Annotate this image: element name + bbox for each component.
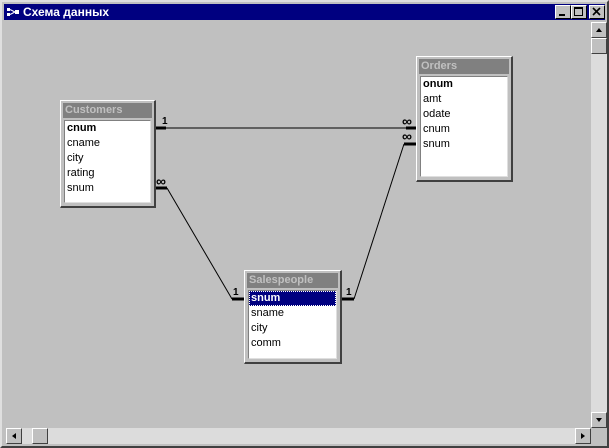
scroll-down-button[interactable] bbox=[591, 412, 607, 428]
rel3-many-label: ∞ bbox=[402, 128, 412, 144]
table-orders-field-list[interactable]: onum amt odate cnum snum bbox=[420, 76, 508, 177]
field-salespeople-snum[interactable]: snum bbox=[249, 291, 336, 306]
maximize-button[interactable] bbox=[571, 5, 587, 19]
relationship-customers-salespeople[interactable] bbox=[155, 186, 244, 301]
scroll-up-button[interactable] bbox=[591, 22, 607, 38]
field-customers-cnum[interactable]: cnum bbox=[65, 121, 150, 136]
field-customers-cname[interactable]: cname bbox=[65, 136, 150, 151]
field-orders-snum[interactable]: snum bbox=[421, 137, 507, 152]
table-customers-field-list[interactable]: cnum cname city rating snum bbox=[64, 120, 151, 203]
table-customers-title[interactable]: Customers bbox=[63, 103, 152, 118]
table-customers[interactable]: Customers cnum cname city rating snum bbox=[60, 100, 156, 208]
size-grip-corner bbox=[591, 428, 607, 444]
rel2-one-label: 1 bbox=[233, 287, 239, 298]
field-salespeople-comm[interactable]: comm bbox=[249, 336, 336, 351]
arrow-up-icon bbox=[596, 28, 602, 32]
field-salespeople-city[interactable]: city bbox=[249, 321, 336, 336]
arrow-down-icon bbox=[596, 418, 602, 422]
vertical-scroll-thumb[interactable] bbox=[591, 38, 607, 54]
relationships-icon bbox=[7, 8, 19, 16]
rel2-many-label: ∞ bbox=[156, 173, 166, 189]
field-customers-city[interactable]: city bbox=[65, 151, 150, 166]
field-orders-onum[interactable]: onum bbox=[421, 77, 507, 92]
rel1-many-label: ∞ bbox=[402, 113, 412, 129]
table-salespeople-title[interactable]: Salespeople bbox=[247, 273, 338, 288]
relationships-window: Схема данных 1 ∞ ∞ 1 1 ∞ Customers cnum … bbox=[0, 0, 609, 448]
close-button[interactable] bbox=[589, 5, 605, 19]
title-bar[interactable]: Схема данных bbox=[4, 4, 605, 20]
relationship-salespeople-orders[interactable] bbox=[340, 142, 417, 301]
field-orders-odate[interactable]: odate bbox=[421, 107, 507, 122]
horizontal-scroll-thumb[interactable] bbox=[32, 428, 48, 444]
scroll-left-button[interactable] bbox=[6, 428, 22, 444]
close-icon bbox=[592, 7, 601, 16]
scroll-right-button[interactable] bbox=[575, 428, 591, 444]
rel1-one-label: 1 bbox=[162, 116, 168, 127]
table-salespeople[interactable]: Salespeople snum sname city comm bbox=[244, 270, 342, 364]
window-title: Схема данных bbox=[23, 5, 109, 19]
table-salespeople-field-list[interactable]: snum sname city comm bbox=[248, 290, 337, 359]
diagram-canvas[interactable]: 1 ∞ ∞ 1 1 ∞ Customers cnum cname city ra… bbox=[6, 22, 591, 428]
field-customers-snum[interactable]: snum bbox=[65, 181, 150, 196]
minimize-button[interactable] bbox=[555, 5, 571, 19]
field-orders-amt[interactable]: amt bbox=[421, 92, 507, 107]
table-orders[interactable]: Orders onum amt odate cnum snum bbox=[416, 56, 513, 182]
arrow-right-icon bbox=[581, 433, 585, 439]
rel3-one-label: 1 bbox=[346, 287, 352, 298]
horizontal-scrollbar[interactable] bbox=[6, 428, 591, 444]
maximize-icon bbox=[574, 7, 583, 16]
field-orders-cnum[interactable]: cnum bbox=[421, 122, 507, 137]
field-salespeople-sname[interactable]: sname bbox=[249, 306, 336, 321]
vertical-scrollbar[interactable] bbox=[591, 22, 607, 428]
table-orders-title[interactable]: Orders bbox=[419, 59, 509, 74]
minimize-icon bbox=[559, 14, 565, 16]
field-customers-rating[interactable]: rating bbox=[65, 166, 150, 181]
arrow-left-icon bbox=[12, 433, 16, 439]
